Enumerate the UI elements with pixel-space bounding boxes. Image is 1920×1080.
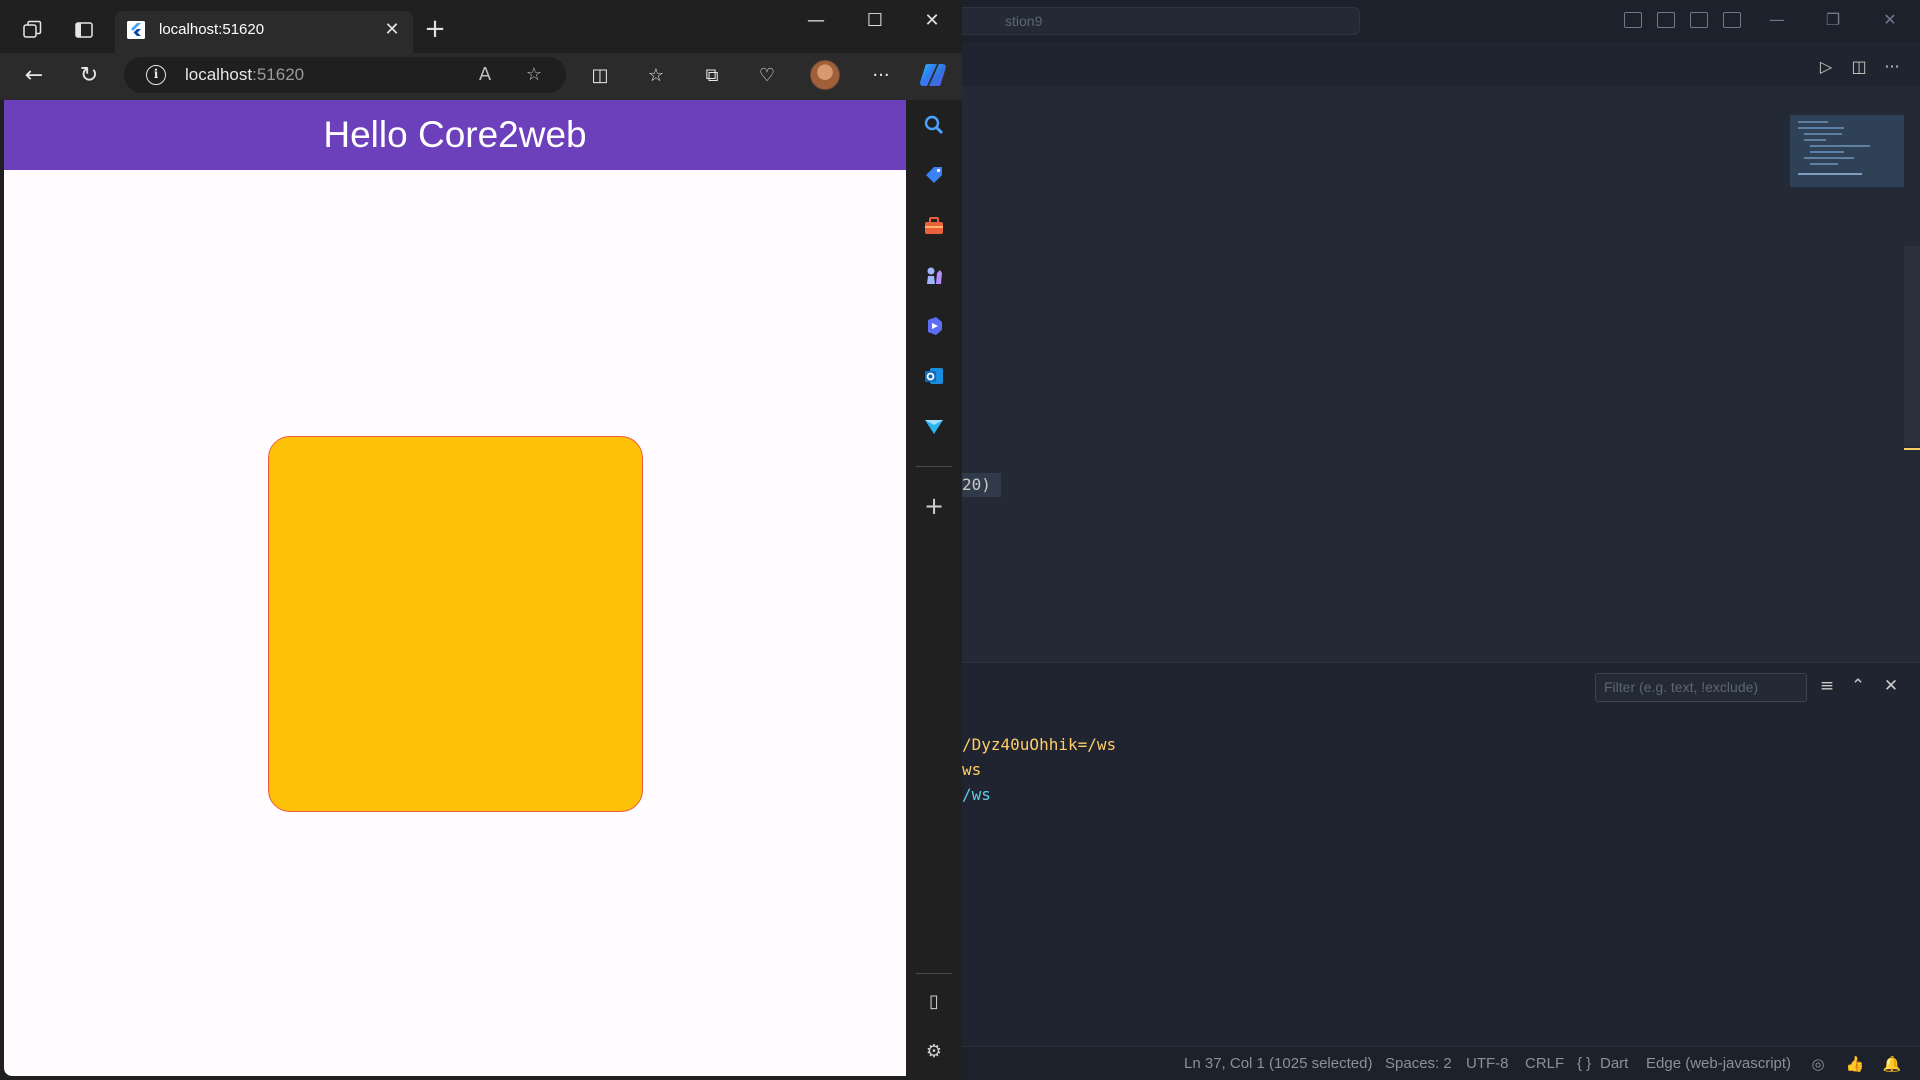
output-line: /Dyz40uOhhik=/ws xyxy=(962,735,1117,754)
tools-toolbox-icon[interactable] xyxy=(922,214,946,238)
url-text[interactable]: localhost:51620 xyxy=(185,65,304,85)
vscode-close-icon[interactable]: ✕ xyxy=(1880,10,1900,30)
notifications-bell-icon[interactable]: 🔔 xyxy=(1882,1054,1902,1074)
output-line: /ws xyxy=(962,785,991,804)
status-debug-target[interactable]: Edge (web-javascript) xyxy=(1646,1055,1791,1073)
app-bar-title: Hello Core2web xyxy=(323,114,587,155)
favorites-icon[interactable]: ☆ xyxy=(643,63,669,89)
code-editor[interactable] xyxy=(962,86,1920,662)
microsoft-365-icon[interactable] xyxy=(922,314,946,338)
status-encoding[interactable]: UTF-8 xyxy=(1466,1055,1509,1073)
workspaces-icon[interactable] xyxy=(21,19,43,41)
status-language-braces-icon[interactable]: { } xyxy=(1577,1055,1591,1073)
toggle-secondary-sidebar-icon[interactable] xyxy=(1690,12,1708,28)
refresh-icon[interactable]: ↻ xyxy=(76,63,102,89)
browser-essentials-icon[interactable]: ♡ xyxy=(754,63,780,89)
minimize-icon[interactable]: — xyxy=(805,10,827,32)
split-editor-icon[interactable]: ◫ xyxy=(1848,56,1870,78)
panel-menu-icon[interactable]: ≡ xyxy=(1816,675,1838,697)
output-line: ws xyxy=(962,760,982,779)
settings-more-icon[interactable]: ··· xyxy=(868,63,894,89)
read-aloud-icon[interactable]: A xyxy=(473,63,497,87)
tab-title: localhost:51620 xyxy=(159,21,265,38)
add-sidebar-app-icon[interactable]: + xyxy=(922,494,946,518)
output-panel xyxy=(962,662,1920,1024)
status-indentation[interactable]: Spaces: 2 xyxy=(1385,1055,1452,1073)
window-close-icon[interactable]: ✕ xyxy=(921,10,943,32)
scrollbar-marker xyxy=(1904,448,1920,450)
hide-sidebar-icon[interactable]: ▯ xyxy=(922,990,946,1014)
sidebar-settings-gear-icon[interactable]: ⚙ xyxy=(922,1040,946,1064)
copilot-icon[interactable] xyxy=(918,61,948,89)
editor-more-icon[interactable]: ··· xyxy=(1881,56,1903,78)
add-favorite-star-icon[interactable]: ☆ xyxy=(522,63,546,87)
url-port: :51620 xyxy=(252,65,305,84)
code-line-fragment[interactable]: 20) xyxy=(962,473,1001,497)
status-eol[interactable]: CRLF xyxy=(1525,1055,1564,1073)
vscode-restore-icon[interactable]: ❐ xyxy=(1823,10,1843,30)
feedback-icon[interactable]: 👍 xyxy=(1845,1054,1865,1074)
sidebar-divider xyxy=(916,973,952,974)
command-center[interactable]: stion9 xyxy=(956,7,1360,35)
status-cursor-position[interactable]: Ln 37, Col 1 (1025 selected) xyxy=(1184,1055,1372,1073)
customize-layout-icon[interactable] xyxy=(1723,12,1741,28)
vscode-minimize-icon[interactable]: — xyxy=(1767,10,1787,30)
maximize-icon[interactable]: ☐ xyxy=(864,10,886,32)
outlook-icon[interactable] xyxy=(922,364,946,388)
page-viewport: Hello Core2web xyxy=(4,100,906,1076)
collections-icon[interactable]: ⧉ xyxy=(699,63,725,89)
site-info-icon[interactable]: i xyxy=(146,65,166,85)
toggle-primary-sidebar-icon[interactable] xyxy=(1624,12,1642,28)
editor-scrollbar[interactable] xyxy=(1904,246,1920,446)
new-tab-button[interactable]: + xyxy=(424,16,446,42)
run-icon[interactable]: ▷ xyxy=(1815,56,1837,78)
amber-container xyxy=(268,436,643,812)
app-bar: Hello Core2web xyxy=(4,100,906,170)
games-chess-icon[interactable] xyxy=(922,264,946,288)
sidebar-divider xyxy=(916,466,952,467)
close-panel-icon[interactable]: ✕ xyxy=(1880,675,1902,697)
edge-browser-window: localhost:51620 ✕ + — ☐ ✕ ← ↻ i localhos… xyxy=(0,0,962,1080)
copilot-status-icon[interactable]: ◎ xyxy=(1808,1054,1828,1074)
maximize-panel-icon[interactable]: ⌃ xyxy=(1847,675,1869,697)
flutter-favicon-icon xyxy=(127,21,145,39)
output-filter-input[interactable]: Filter (e.g. text, !exclude) xyxy=(1595,673,1807,702)
toggle-panel-icon[interactable] xyxy=(1657,12,1675,28)
drop-send-icon[interactable] xyxy=(922,414,946,438)
tab-actions-icon[interactable] xyxy=(73,19,95,41)
back-arrow-icon[interactable]: ← xyxy=(21,63,47,89)
tab-close-icon[interactable]: ✕ xyxy=(382,20,402,40)
edge-sidebar xyxy=(906,100,962,1080)
status-language[interactable]: Dart xyxy=(1600,1055,1628,1073)
split-screen-icon[interactable]: ◫ xyxy=(587,63,613,89)
minimap[interactable] xyxy=(1790,115,1904,187)
editor-toolbar xyxy=(962,42,1920,86)
profile-avatar[interactable] xyxy=(810,60,840,90)
url-host: localhost xyxy=(185,65,253,84)
shopping-tag-icon[interactable] xyxy=(922,163,946,187)
search-icon[interactable] xyxy=(922,113,946,137)
